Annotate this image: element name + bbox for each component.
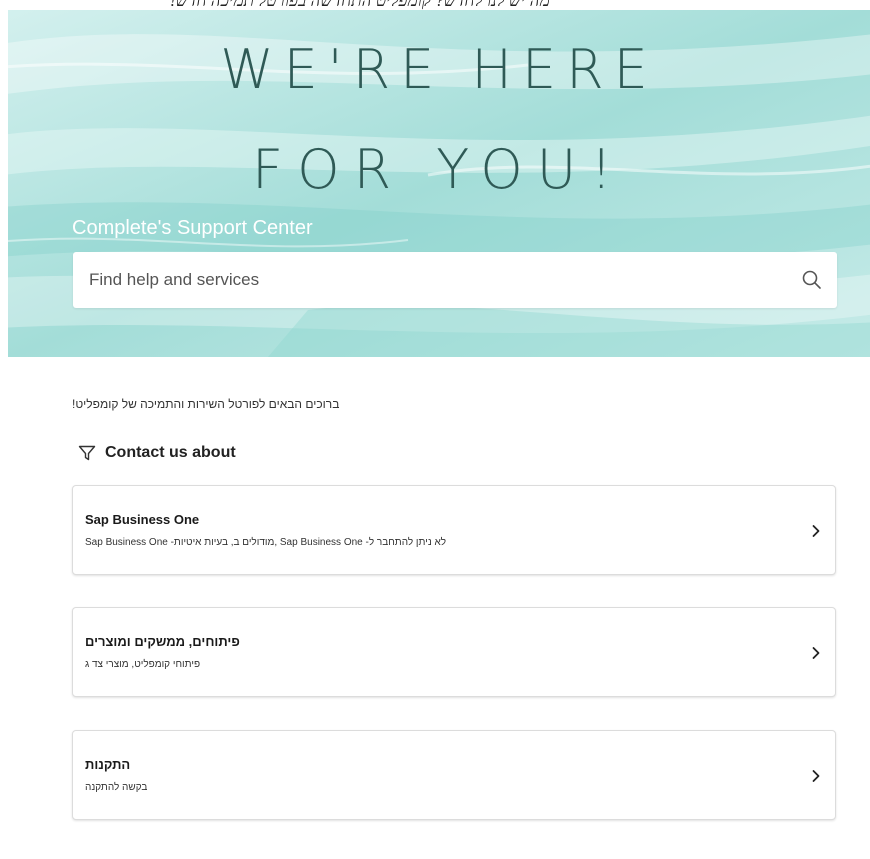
- card-title: פיתוחים, ממשקים ומוצרים: [85, 634, 240, 649]
- contact-card-installations[interactable]: התקנות בקשה להתקנה: [72, 730, 836, 820]
- search-input[interactable]: [73, 252, 773, 308]
- card-title: Sap Business One: [85, 512, 200, 527]
- contact-card-sap-business-one[interactable]: Sap Business One לא ניתן להתחבר ל- Sap B…: [72, 485, 836, 575]
- hero-headline-line2: FOR YOU!: [252, 138, 626, 201]
- search-icon[interactable]: [801, 269, 823, 291]
- search-box: [73, 252, 837, 308]
- card-description: פיתוחי קומפליט, מוצרי צד ג: [85, 659, 201, 670]
- welcome-message: ברוכים הבאים לפורטל השירות והתמיכה של קו…: [72, 397, 340, 411]
- card-description: לא ניתן להתחבר ל- Sap Business One ,מודו…: [85, 537, 447, 548]
- card-title: התקנות: [85, 757, 131, 772]
- filter-icon: [78, 445, 96, 461]
- chevron-right-icon: [812, 647, 820, 659]
- top-caption: מה יש לנו לחדש? קומפליט התחדשה בפורטל תמ…: [0, 0, 870, 10]
- hero-headline-line1: WE'RE HERE: [220, 38, 658, 101]
- chevron-right-icon: [812, 770, 820, 782]
- caption-text: מה יש לנו לחדש? קומפליט התחדשה בפורטל תמ…: [170, 0, 550, 10]
- card-description: בקשה להתקנה: [85, 782, 148, 793]
- contact-card-developments[interactable]: פיתוחים, ממשקים ומוצרים פיתוחי קומפליט, …: [72, 607, 836, 697]
- contact-heading-label: Contact us about: [105, 444, 236, 461]
- hero-subtitle: Complete's Support Center: [72, 217, 313, 239]
- chevron-right-icon: [812, 525, 820, 537]
- support-portal-page: מה יש לנו לחדש? קומפליט התחדשה בפורטל תמ…: [0, 0, 870, 859]
- contact-section-heading: Contact us about: [78, 444, 236, 462]
- hero-banner: WE'RE HERE FOR YOU! Complete's Support C…: [8, 10, 870, 357]
